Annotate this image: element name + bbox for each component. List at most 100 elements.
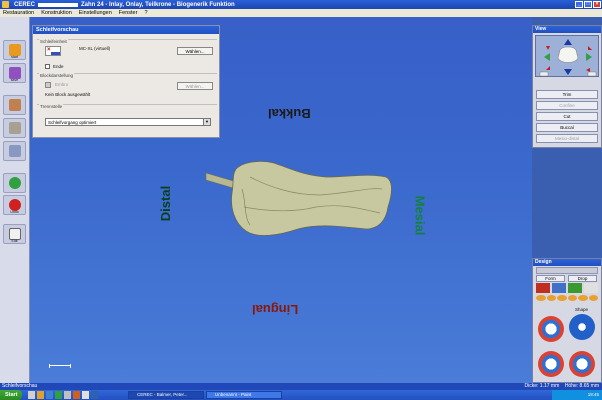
- tooth-model-icon: [9, 122, 21, 134]
- select-unit-button[interactable]: Wählen...: [177, 47, 213, 55]
- quicklaunch-icon-3[interactable]: [46, 391, 53, 399]
- quicklaunch-icon-6[interactable]: [73, 391, 80, 399]
- shape-tool-1[interactable]: [538, 316, 564, 342]
- minimize-button[interactable]: _: [575, 1, 583, 8]
- arrow-down-icon: [564, 69, 572, 75]
- size-selector[interactable]: [536, 295, 598, 301]
- quicklaunch-icon-4[interactable]: [55, 391, 62, 399]
- tool-icon-4[interactable]: [584, 283, 598, 293]
- left-toolbar: start save Undo Edit: [0, 17, 30, 383]
- edit-button[interactable]: Edit: [3, 224, 26, 244]
- scale-bar: [49, 364, 71, 368]
- design-panel-title: Design: [533, 259, 601, 266]
- tooth-icon: [557, 46, 579, 63]
- rotate-icon-1: [546, 46, 550, 50]
- view-orientation-control[interactable]: [535, 35, 599, 77]
- view-panel: View Trim Confine Cut Buccal Mesio-dista…: [532, 25, 602, 148]
- block-dropdown[interactable]: Embro: [55, 82, 68, 87]
- arrow-right-icon: [586, 53, 592, 61]
- scan-icon: [9, 145, 21, 157]
- statusbar: Schleifvorschau Dicke: 1.17 mm Höhe: 8.6…: [0, 383, 602, 390]
- label-mesial: Mesial: [412, 195, 428, 236]
- tool-icon-3[interactable]: [568, 283, 582, 293]
- arrow-left-icon: [544, 53, 550, 61]
- mesio-distal-button[interactable]: Mesio-distal: [536, 134, 598, 143]
- tab-form[interactable]: Form: [536, 275, 565, 282]
- label-lingual: Lingual: [252, 302, 299, 317]
- app-icon: [2, 1, 9, 8]
- shape-plus-tool[interactable]: [569, 314, 595, 340]
- buccal-button[interactable]: Buccal: [536, 123, 598, 132]
- cut-button[interactable]: Cut: [536, 112, 598, 121]
- window-controls: _ □ ×: [575, 1, 601, 8]
- rotate-icon-2: [588, 46, 592, 50]
- quicklaunch-icon-1[interactable]: [28, 391, 35, 399]
- quick-launch: [28, 391, 124, 399]
- label-distal: Distal: [158, 185, 174, 222]
- select-block-button[interactable]: Wählen...: [177, 82, 213, 90]
- confine-button[interactable]: Confine: [536, 101, 598, 110]
- undo-button[interactable]: Undo: [3, 195, 26, 215]
- end-checkbox[interactable]: [45, 64, 50, 69]
- shape-tool-3[interactable]: [569, 351, 595, 377]
- start-phase-button[interactable]: start: [3, 40, 26, 60]
- rotate-icon-3: [546, 66, 550, 70]
- start-button[interactable]: Start: [0, 390, 22, 400]
- close-button[interactable]: ×: [593, 1, 601, 8]
- panel-title: Schleifvorschau: [33, 26, 219, 34]
- grinding-unit-icon: ×: [45, 46, 61, 56]
- right-nav-icon: [587, 71, 597, 77]
- grinding-mode-select[interactable]: Schleifvorgang optimiert ▼: [45, 118, 211, 126]
- clock[interactable]: 19:45: [588, 392, 599, 397]
- system-tray: 19:45: [552, 390, 602, 400]
- menu-fenster[interactable]: Fenster: [119, 10, 138, 16]
- block-icon: [45, 82, 51, 88]
- arrow-right-icon: [9, 177, 21, 189]
- menubar: Restauration Konstruktion Einstellungen …: [0, 9, 602, 17]
- save-button[interactable]: save: [3, 63, 26, 83]
- tooth-tool-button-2[interactable]: [3, 118, 26, 138]
- view-panel-title: View: [533, 26, 601, 33]
- tab-drop[interactable]: Drop: [568, 275, 597, 282]
- menu-restauration[interactable]: Restauration: [3, 10, 34, 16]
- window-title: Zahn 24 - Inlay, Onlay, Teilkrone - Biog…: [81, 1, 235, 8]
- task-cerec[interactable]: CEREC - Balmer, Peter...: [128, 391, 204, 399]
- quicklaunch-icon-5[interactable]: [64, 391, 71, 399]
- menu-einstellungen[interactable]: Einstellungen: [79, 10, 112, 16]
- tooth-tool-button-3[interactable]: [3, 141, 26, 161]
- quicklaunch-icon-2[interactable]: [37, 391, 44, 399]
- tool-icon-2[interactable]: [552, 283, 566, 293]
- menu-help[interactable]: ?: [144, 10, 147, 16]
- tooth-icon: [9, 99, 21, 111]
- quicklaunch-icon-7[interactable]: [82, 391, 89, 399]
- status-measurements: Dicke: 1.17 mm Höhe: 8.65 mm: [524, 383, 600, 389]
- left-nav-icon: [539, 71, 549, 77]
- arrow-up-icon: [564, 39, 572, 45]
- chevron-down-icon: ▼: [203, 119, 210, 125]
- tooth-tool-button-1[interactable]: [3, 95, 26, 115]
- trim-button[interactable]: Trim: [536, 90, 598, 99]
- grinding-unit-name: MC-XL (virtuell): [79, 46, 111, 51]
- menu-konstruktion[interactable]: Konstruktion: [41, 10, 72, 16]
- design-panel: Design Form Drop Shape: [532, 258, 602, 383]
- window-titlebar: CEREC Zahn 24 - Inlay, Onlay, Teilkrone …: [0, 0, 602, 9]
- tool-icon-1[interactable]: [536, 283, 550, 293]
- shape-label: Shape: [575, 307, 589, 312]
- quicklaunch-icon-8[interactable]: [91, 391, 98, 399]
- orientation-widget: [539, 39, 597, 77]
- restoration-model: [231, 161, 392, 236]
- rotate-icon-4: [586, 68, 590, 72]
- task-paint[interactable]: Unbenannt - Paint: [206, 391, 282, 399]
- status-text: Schleifvorschau: [2, 383, 38, 389]
- grinding-preview-panel: Schleifvorschau Schleifeinheit × MC-XL (…: [32, 25, 220, 138]
- end-checkbox-label: Ende: [53, 64, 64, 69]
- shape-tool-2[interactable]: [538, 351, 564, 377]
- design-toolbar-strip: [536, 267, 598, 274]
- app-name: CEREC: [14, 1, 36, 8]
- no-block-text: Kein Block ausgewählt: [45, 92, 91, 97]
- label-bukkal: Bukkal: [268, 106, 311, 121]
- taskbar: Start CEREC - Balmer, Peter... Unbenannt…: [0, 390, 602, 400]
- next-phase-button[interactable]: [3, 173, 26, 193]
- maximize-button[interactable]: □: [584, 1, 592, 8]
- redacted-patient-name: [38, 2, 79, 7]
